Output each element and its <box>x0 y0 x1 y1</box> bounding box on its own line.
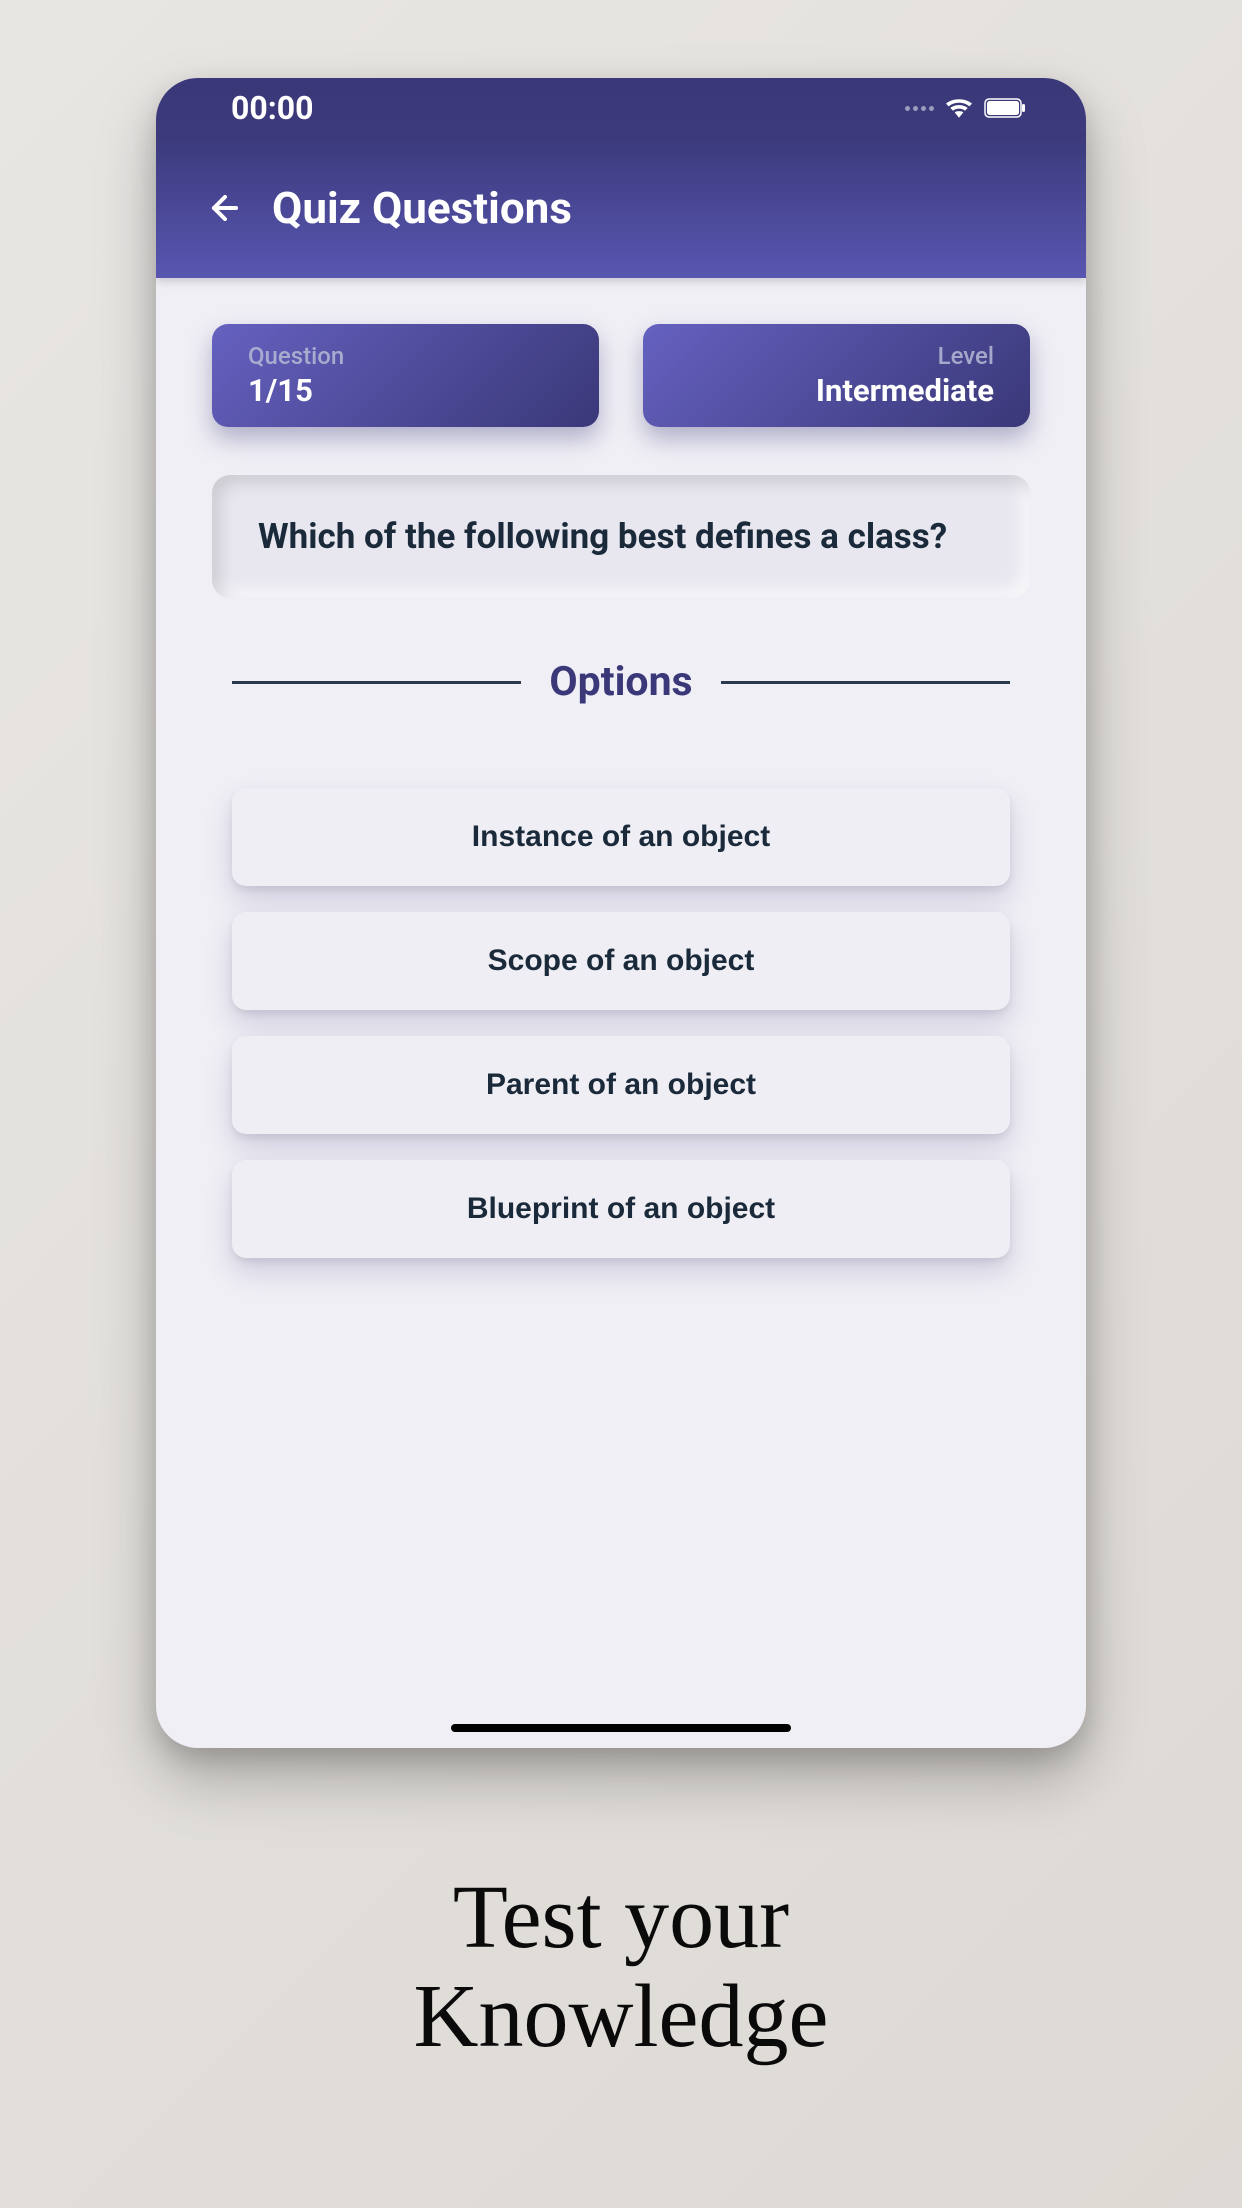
phone-frame: 00:00 Quiz Questions Question 1/15 <box>156 78 1086 1748</box>
options-heading: Options <box>549 658 692 706</box>
question-counter-value: 1/15 <box>248 372 563 409</box>
back-arrow-icon[interactable] <box>206 189 244 227</box>
app-bar: Quiz Questions <box>156 138 1086 278</box>
status-icons <box>905 98 1026 118</box>
status-time: 00:00 <box>231 89 313 127</box>
info-row: Question 1/15 Level Intermediate <box>212 324 1030 427</box>
option-button-1[interactable]: Instance of an object <box>232 788 1010 886</box>
divider-line-left <box>232 681 521 684</box>
divider-line-right <box>721 681 1010 684</box>
tagline-line1: Test your <box>414 1868 829 1967</box>
options-divider: Options <box>232 658 1010 706</box>
question-counter-label: Question <box>248 342 563 370</box>
level-value: Intermediate <box>679 372 994 409</box>
question-counter-card: Question 1/15 <box>212 324 599 427</box>
tagline: Test your Knowledge <box>414 1868 829 2066</box>
home-indicator[interactable] <box>451 1724 791 1732</box>
options-list: Instance of an object Scope of an object… <box>212 788 1030 1258</box>
option-button-3[interactable]: Parent of an object <box>232 1036 1010 1134</box>
battery-icon <box>984 98 1026 118</box>
tagline-line2: Knowledge <box>414 1967 829 2066</box>
option-button-4[interactable]: Blueprint of an object <box>232 1160 1010 1258</box>
signal-icon <box>905 106 934 111</box>
question-text: Which of the following best defines a cl… <box>258 516 947 557</box>
page-title: Quiz Questions <box>272 182 572 234</box>
content-area: Question 1/15 Level Intermediate Which o… <box>156 278 1086 1748</box>
question-card: Which of the following best defines a cl… <box>212 475 1030 598</box>
wifi-icon <box>946 98 972 118</box>
level-label: Level <box>679 342 994 370</box>
level-card: Level Intermediate <box>643 324 1030 427</box>
status-bar: 00:00 <box>156 78 1086 138</box>
option-button-2[interactable]: Scope of an object <box>232 912 1010 1010</box>
